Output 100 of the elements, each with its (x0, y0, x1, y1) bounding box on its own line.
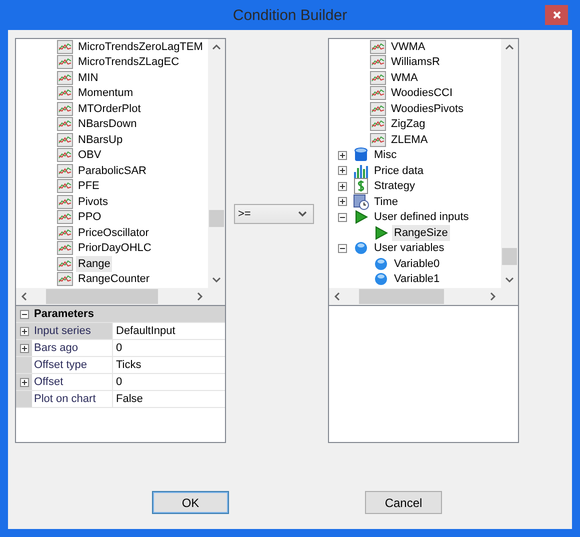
chart-icon (370, 86, 386, 100)
tree-item[interactable]: MTOrderPlot (76, 100, 143, 117)
calendar-clock-icon (353, 194, 369, 210)
tree-item[interactable]: Range (76, 256, 112, 272)
ok-button[interactable]: OK (152, 491, 229, 514)
window-title: Condition Builder (232, 6, 348, 24)
tree-item[interactable]: MIN (76, 70, 100, 86)
property-value[interactable]: DefaultInput (113, 323, 225, 339)
close-icon (552, 11, 560, 19)
property-name[interactable]: Offset (32, 374, 113, 390)
scroll-right-icon[interactable] (197, 292, 203, 301)
property-value[interactable]: Ticks (113, 357, 225, 373)
chart-icon (57, 241, 73, 256)
property-value[interactable]: False (113, 391, 225, 407)
property-name[interactable]: Input series (32, 323, 113, 339)
chart-icon (370, 132, 386, 147)
category-header: Parameters (32, 306, 225, 322)
tree-category[interactable]: Strategy (372, 178, 417, 194)
chart-icon (57, 194, 73, 209)
property-name[interactable]: Offset type (32, 357, 113, 373)
scroll-thumb[interactable] (502, 248, 517, 265)
tree-item[interactable]: ZLEMA (389, 132, 430, 148)
property-value[interactable]: 0 (113, 374, 225, 390)
chevron-icon (298, 211, 307, 217)
tree-item[interactable]: WilliamsR (389, 54, 442, 70)
tree-item[interactable]: NBarsDown (76, 116, 139, 132)
tree-item[interactable]: ParabolicSAR (76, 162, 148, 179)
expand-icon[interactable] (338, 197, 347, 206)
scroll-thumb[interactable] (359, 289, 444, 304)
expand-icon[interactable] (338, 150, 347, 160)
chart-icon (57, 256, 73, 271)
scroll-left-icon[interactable] (334, 292, 340, 301)
chart-icon (370, 55, 386, 70)
tree-item[interactable]: MicroTrendsZLagEC (76, 54, 182, 70)
collapse-icon[interactable] (338, 212, 347, 222)
operator-dropdown[interactable]: >= (234, 204, 314, 224)
tree-item[interactable]: VWMA (389, 39, 428, 55)
horizontal-scrollbar[interactable] (329, 288, 501, 305)
tree-category[interactable]: Time (372, 194, 400, 210)
tree-category[interactable]: User variables (372, 240, 446, 256)
scroll-down-icon[interactable] (212, 277, 221, 283)
horizontal-scrollbar[interactable] (16, 288, 208, 305)
property-name[interactable]: Bars ago (32, 340, 113, 356)
tree-item[interactable]: PriorDayOHLC (76, 240, 154, 256)
sphere-icon (354, 241, 368, 256)
tree-item[interactable]: RangeCounter (76, 271, 152, 288)
vertical-scrollbar[interactable] (501, 39, 518, 288)
collapse-icon[interactable] (20, 310, 28, 318)
property-value[interactable]: 0 (113, 340, 225, 356)
scroll-up-icon[interactable] (212, 44, 221, 50)
chart-icon (370, 102, 386, 116)
scroll-thumb[interactable] (46, 289, 158, 304)
scroll-right-icon[interactable] (490, 292, 496, 301)
tree-item[interactable]: WoodiesPivots (389, 100, 466, 117)
tree-item[interactable]: Variable0 (392, 256, 442, 272)
tree-category[interactable]: Misc (372, 147, 399, 164)
sphere-icon (374, 272, 388, 286)
collapse-icon[interactable] (338, 244, 347, 253)
tree-item[interactable]: PFE (76, 178, 102, 194)
tree-item[interactable]: MicroTrendsZeroLagTEM (76, 39, 205, 55)
tree-item[interactable]: Variable1 (392, 271, 442, 288)
cancel-button[interactable]: Cancel (365, 491, 442, 514)
play-icon (374, 226, 388, 240)
scroll-down-icon[interactable] (505, 277, 514, 283)
scroll-up-icon[interactable] (505, 44, 514, 50)
chart-icon (57, 132, 73, 147)
tree-item[interactable]: NBarsUp (76, 132, 125, 148)
expand-icon[interactable] (20, 378, 28, 386)
chart-icon (57, 210, 73, 224)
tree-item[interactable]: PriceOscillator (76, 224, 151, 241)
scroll-left-icon[interactable] (21, 292, 27, 301)
chart-icon (57, 40, 73, 54)
expand-icon[interactable] (338, 182, 347, 191)
tree-item[interactable]: PPO (76, 209, 104, 226)
tree-item[interactable]: OBV (76, 147, 104, 164)
close-button[interactable] (545, 5, 568, 25)
chart-icon (370, 40, 386, 54)
vertical-scrollbar[interactable] (208, 39, 225, 288)
play-icon (354, 210, 368, 224)
database-icon (353, 147, 369, 164)
chart-icon (57, 164, 73, 178)
expand-icon[interactable] (20, 326, 28, 336)
chart-icon (57, 179, 73, 194)
chart-icon (57, 226, 73, 240)
tree-item[interactable]: ZigZag (389, 116, 428, 132)
scroll-thumb[interactable] (209, 210, 224, 227)
tree-item[interactable]: WoodiesCCI (389, 85, 455, 102)
tree-item[interactable]: RangeSize (392, 224, 450, 241)
tree-category[interactable]: Price data (372, 162, 426, 179)
dollar-icon (354, 178, 368, 194)
property-name[interactable]: Plot on chart (32, 391, 113, 407)
chart-icon (57, 148, 73, 162)
tree-item[interactable]: WMA (389, 70, 420, 86)
tree-category[interactable]: User defined inputs (372, 209, 471, 226)
expand-icon[interactable] (338, 166, 347, 176)
chart-icon (57, 86, 73, 100)
tree-item[interactable]: Momentum (76, 85, 136, 102)
expand-icon[interactable] (20, 344, 28, 352)
tree-item[interactable]: Pivots (76, 194, 110, 210)
sphere-icon (374, 256, 388, 271)
